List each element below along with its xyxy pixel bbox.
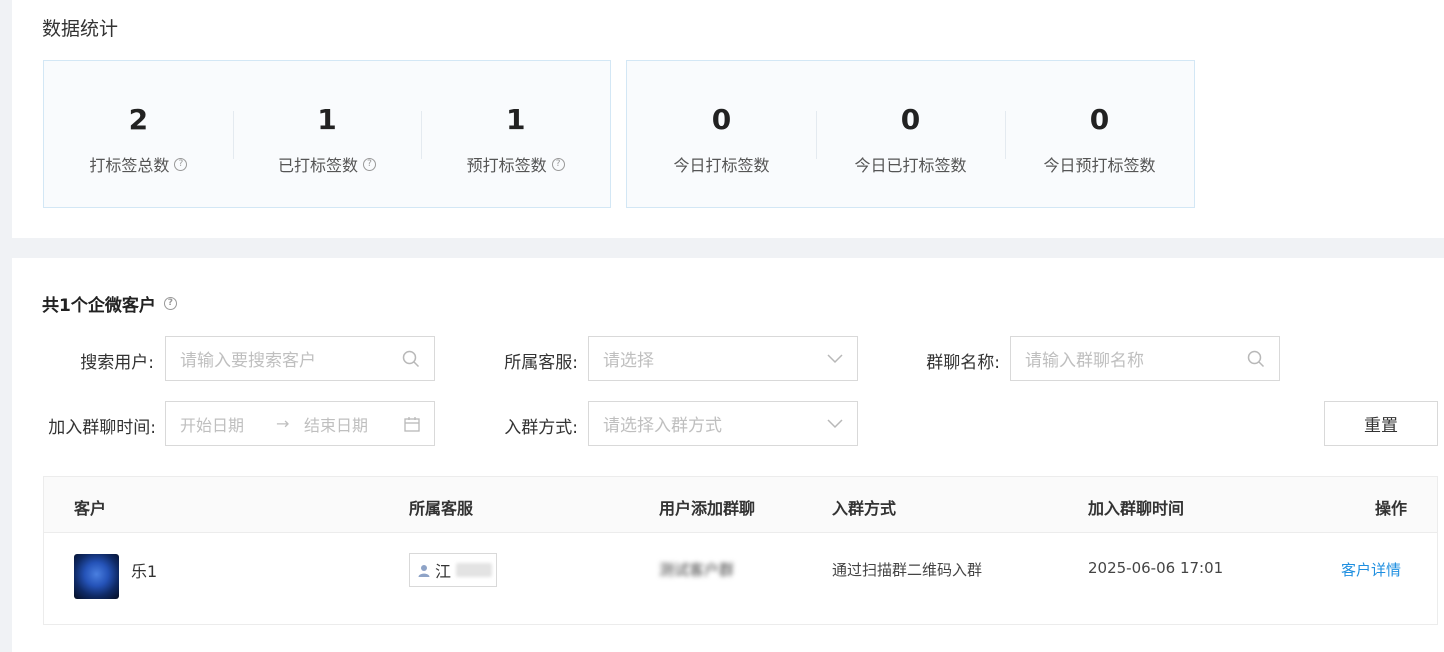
- search-user-label: 搜索用户:: [80, 353, 154, 373]
- stat-value: 1: [317, 103, 337, 136]
- stat-label: 今日预打标签数: [1043, 156, 1156, 175]
- stat-label: 预打标签数: [466, 156, 547, 175]
- user-icon: [418, 564, 430, 577]
- stats-title: 数据统计: [42, 18, 119, 40]
- agent-label: 所属客服:: [504, 353, 578, 373]
- start-date-input[interactable]: 开始日期: [180, 412, 276, 436]
- column-header-join-method: 入群方式: [832, 499, 897, 518]
- stat-today-tagged: 0 今日已打标签数: [816, 61, 1005, 207]
- join-method: 通过扫描群二维码入群: [832, 561, 983, 579]
- column-header-customer: 客户: [74, 499, 107, 518]
- chevron-down-icon: [827, 353, 843, 363]
- group-name: 测试客户群: [659, 561, 735, 579]
- search-user-placeholder: 请输入要搜索客户: [180, 351, 316, 371]
- column-header-action: 操作: [1375, 499, 1408, 518]
- stats-card: 数据统计 2 打标签总数 ? 1 已打标签数 ? 1 预打标签数 ? 0 今日打…: [12, 0, 1444, 238]
- stat-value: 0: [711, 103, 732, 136]
- join-time: 2025-06-06 17:01: [1088, 559, 1224, 577]
- avatar: [74, 554, 119, 599]
- table-header: 客户 所属客服 用户添加群聊 入群方式 加入群聊时间 操作: [44, 477, 1437, 533]
- stat-total-tags: 2 打标签总数 ?: [44, 61, 233, 207]
- agent-select[interactable]: 请选择: [588, 336, 858, 381]
- join-time-label: 加入群聊时间:: [48, 418, 156, 438]
- customer-table: 客户 所属客服 用户添加群聊 入群方式 加入群聊时间 操作 乐1 江 测试客户群…: [43, 476, 1438, 625]
- agent-tag: 江: [409, 553, 497, 587]
- stat-tagged: 1 已打标签数 ?: [232, 61, 422, 207]
- stat-label: 已打标签数: [278, 156, 359, 175]
- join-method-select[interactable]: 请选择入群方式: [588, 401, 858, 446]
- search-icon[interactable]: [402, 350, 420, 368]
- stat-label: 今日打标签数: [673, 156, 770, 175]
- question-circle-icon[interactable]: ?: [363, 157, 377, 171]
- stat-today-tags: 0 今日打标签数: [627, 61, 816, 207]
- question-circle-icon[interactable]: ?: [174, 157, 188, 171]
- tag-stats-box: 2 打标签总数 ? 1 已打标签数 ? 1 预打标签数 ?: [43, 60, 611, 208]
- stat-pre-tagged: 1 预打标签数 ?: [421, 61, 610, 207]
- today-stats-box: 0 今日打标签数 0 今日已打标签数 0 今日预打标签数: [626, 60, 1195, 208]
- group-name-placeholder: 请输入群聊名称: [1025, 351, 1144, 371]
- stat-value: 2: [128, 103, 149, 136]
- group-name-label: 群聊名称:: [926, 353, 1000, 373]
- stat-label: 今日已打标签数: [854, 156, 967, 175]
- customer-card: 共1个企微客户 ? 搜索用户: 请输入要搜索客户 所属客服: 请选择 群聊名称:…: [12, 258, 1444, 652]
- question-circle-icon[interactable]: ?: [163, 297, 177, 310]
- column-header-agent: 所属客服: [409, 499, 474, 518]
- customer-name: 乐1: [131, 562, 158, 581]
- question-circle-icon[interactable]: ?: [551, 157, 565, 171]
- reset-button[interactable]: 重置: [1324, 401, 1438, 446]
- end-date-input[interactable]: 结束日期: [304, 412, 404, 436]
- customer-count-label: 共1个企微客户: [42, 296, 156, 316]
- chevron-down-icon: [827, 418, 843, 428]
- calendar-icon: [404, 416, 420, 432]
- date-range-picker[interactable]: 开始日期 → 结束日期: [165, 401, 435, 446]
- arrow-right-icon: →: [276, 414, 290, 433]
- join-method-label: 入群方式:: [504, 418, 578, 438]
- stat-value: 0: [900, 103, 921, 136]
- customer-count-title: 共1个企微客户 ?: [42, 291, 177, 316]
- join-method-placeholder: 请选择入群方式: [603, 416, 722, 436]
- redacted-mask: [456, 563, 493, 577]
- agent-placeholder: 请选择: [603, 351, 654, 371]
- stat-value: 0: [1089, 103, 1110, 136]
- column-header-join-time: 加入群聊时间: [1088, 499, 1185, 518]
- group-name-input[interactable]: 请输入群聊名称: [1010, 336, 1280, 381]
- search-icon[interactable]: [1247, 350, 1265, 368]
- agent-name: 江: [435, 562, 452, 581]
- search-user-input[interactable]: 请输入要搜索客户: [165, 336, 435, 381]
- stat-value: 1: [505, 103, 526, 136]
- customer-detail-link[interactable]: 客户详情: [1341, 559, 1401, 580]
- column-header-group: 用户添加群聊: [659, 499, 756, 518]
- stat-today-pre-tagged: 0 今日预打标签数: [1005, 61, 1194, 207]
- stat-label: 打标签总数: [89, 156, 170, 175]
